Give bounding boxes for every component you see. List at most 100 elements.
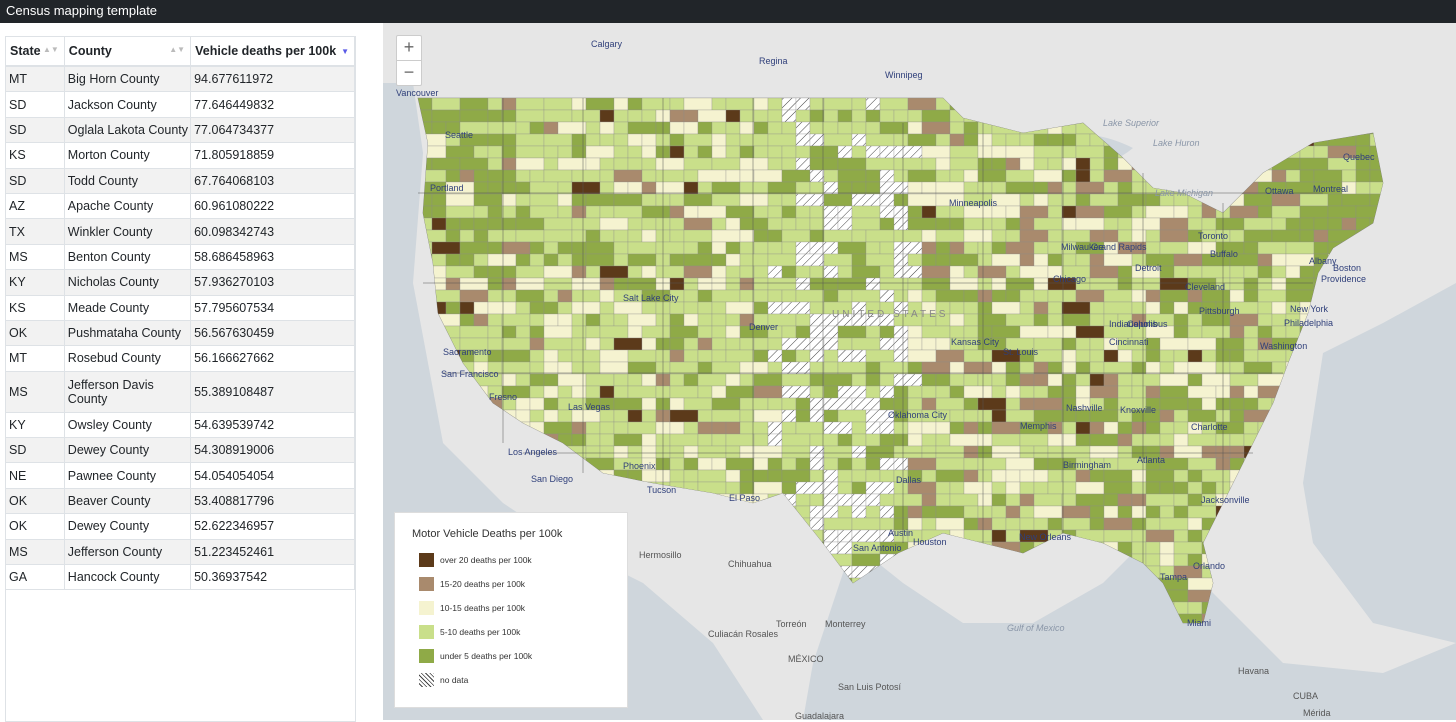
county-cell	[823, 253, 853, 267]
county-cell	[487, 157, 503, 171]
table-row[interactable]: SD Todd County 67.764068103	[6, 168, 355, 194]
county-cell	[613, 385, 629, 399]
table-row[interactable]: MS Jefferson County 51.223452461	[6, 539, 355, 566]
county-cell	[655, 157, 685, 171]
county-cell	[1103, 469, 1133, 483]
state-cell: KS	[6, 142, 65, 169]
county-cell	[1033, 145, 1063, 159]
county-cell	[543, 169, 573, 183]
county-cell	[697, 277, 713, 291]
county-cell	[809, 469, 825, 483]
table-row[interactable]: KS Morton County 71.805918859	[6, 142, 355, 169]
county-cell	[1355, 169, 1371, 183]
table-row[interactable]: GA Hancock County 50.36937542	[6, 564, 355, 591]
county-cell	[1033, 505, 1063, 519]
county-cell	[1117, 277, 1133, 291]
county-cell	[1089, 517, 1105, 531]
county-cell	[571, 325, 587, 339]
county-cell	[641, 133, 657, 147]
column-header-vehicle-deaths[interactable]: Vehicle deaths per 100k ▼	[190, 37, 355, 67]
table-row[interactable]: OK Pushmataha County 56.567630459	[6, 320, 355, 347]
county-cell	[879, 217, 895, 231]
zoom-out-button[interactable]: −	[397, 61, 421, 85]
county-cell	[795, 289, 825, 303]
table-row[interactable]: MS Jefferson Davis County 55.389108487	[6, 371, 355, 413]
column-header-county[interactable]: County ▲▼	[64, 37, 192, 67]
county-cell	[1215, 217, 1245, 231]
county-cell	[1201, 349, 1217, 363]
county-cell	[725, 217, 741, 231]
county-cell	[683, 277, 699, 291]
county-cell	[963, 469, 979, 483]
county-cell	[935, 493, 951, 507]
county-cell	[795, 265, 811, 279]
state-cell: MT	[6, 66, 65, 93]
table-row[interactable]: SD Dewey County 54.308919006	[6, 437, 355, 464]
county-cell	[571, 193, 587, 207]
county-cell	[893, 349, 909, 363]
county-cell	[963, 373, 979, 387]
county-cell	[1159, 385, 1189, 399]
county-cell	[1061, 469, 1077, 483]
column-header-state[interactable]: State ▲▼	[6, 37, 65, 67]
county-cell	[725, 457, 755, 471]
county-cell	[1187, 409, 1217, 423]
county-cell	[865, 121, 881, 135]
county-cell	[613, 301, 643, 315]
sort-icon[interactable]: ▲▼	[43, 45, 59, 54]
county-cell	[501, 337, 531, 351]
table-row[interactable]: NE Pawnee County 54.054054054	[6, 462, 355, 489]
county-cell	[1047, 445, 1063, 459]
county-cell	[1131, 373, 1161, 387]
county-cell	[753, 445, 783, 459]
county-cell	[641, 409, 657, 423]
county-cell	[865, 157, 895, 171]
county-cell	[711, 121, 727, 135]
county-cell	[585, 421, 601, 435]
county-cell	[753, 121, 769, 135]
table-row[interactable]: AZ Apache County 60.961080222	[6, 193, 355, 220]
sort-icon[interactable]: ▲▼	[169, 45, 185, 54]
table-row[interactable]: MT Rosebud County 56.166627662	[6, 345, 355, 372]
table-row[interactable]: KS Meade County 57.795607534	[6, 295, 355, 321]
county-cell	[543, 277, 573, 291]
place-label: Orlando	[1193, 561, 1226, 571]
county-cell	[977, 373, 993, 387]
county-cell	[851, 205, 881, 219]
county-cell	[823, 181, 839, 195]
county-cell	[543, 253, 559, 267]
sort-desc-icon[interactable]: ▼	[341, 47, 349, 56]
table-row[interactable]: KY Nicholas County 57.936270103	[6, 269, 355, 296]
table-row[interactable]: SD Jackson County 77.646449832	[6, 91, 355, 118]
county-cell	[781, 385, 811, 399]
table-row[interactable]: SD Oglala Lakota County 77.064734377	[6, 117, 355, 144]
table-row[interactable]: MS Benton County 58.686458963	[6, 244, 355, 271]
table-row[interactable]: OK Dewey County 52.622346957	[6, 513, 355, 540]
county-cell	[1355, 133, 1371, 147]
table-row[interactable]: TX Winkler County 60.098342743	[6, 218, 355, 245]
table-row[interactable]: KY Owsley County 54.639539742	[6, 412, 355, 439]
county-cell	[1131, 517, 1147, 531]
sidebar: State ▲▼ County ▲▼ Vehicle deaths per 100k…	[0, 23, 382, 722]
map-view[interactable]: + − Calgary Regina Winnipeg Vancouver Seattl…	[383, 23, 1456, 720]
county-cell	[767, 349, 783, 363]
county-cell	[711, 133, 727, 147]
county-cell	[1061, 337, 1077, 351]
county-cell	[977, 517, 993, 531]
county-cell	[935, 373, 951, 387]
zoom-in-button[interactable]: +	[397, 36, 421, 60]
county-cell	[851, 289, 881, 303]
county-cell	[697, 313, 713, 327]
county-cell	[809, 277, 839, 291]
county-cell	[487, 109, 503, 123]
county-cell	[627, 373, 643, 387]
place-label: Los Angeles	[508, 447, 558, 457]
county-cell	[1229, 373, 1259, 387]
county-cell	[1089, 313, 1105, 327]
county-cell	[599, 361, 629, 375]
table-row[interactable]: MT Big Horn County 94.677611972	[6, 66, 355, 93]
table-row[interactable]: OK Beaver County 53.408817796	[6, 488, 355, 515]
county-cell	[487, 289, 503, 303]
county-cell	[851, 373, 867, 387]
county-cell	[613, 241, 629, 255]
